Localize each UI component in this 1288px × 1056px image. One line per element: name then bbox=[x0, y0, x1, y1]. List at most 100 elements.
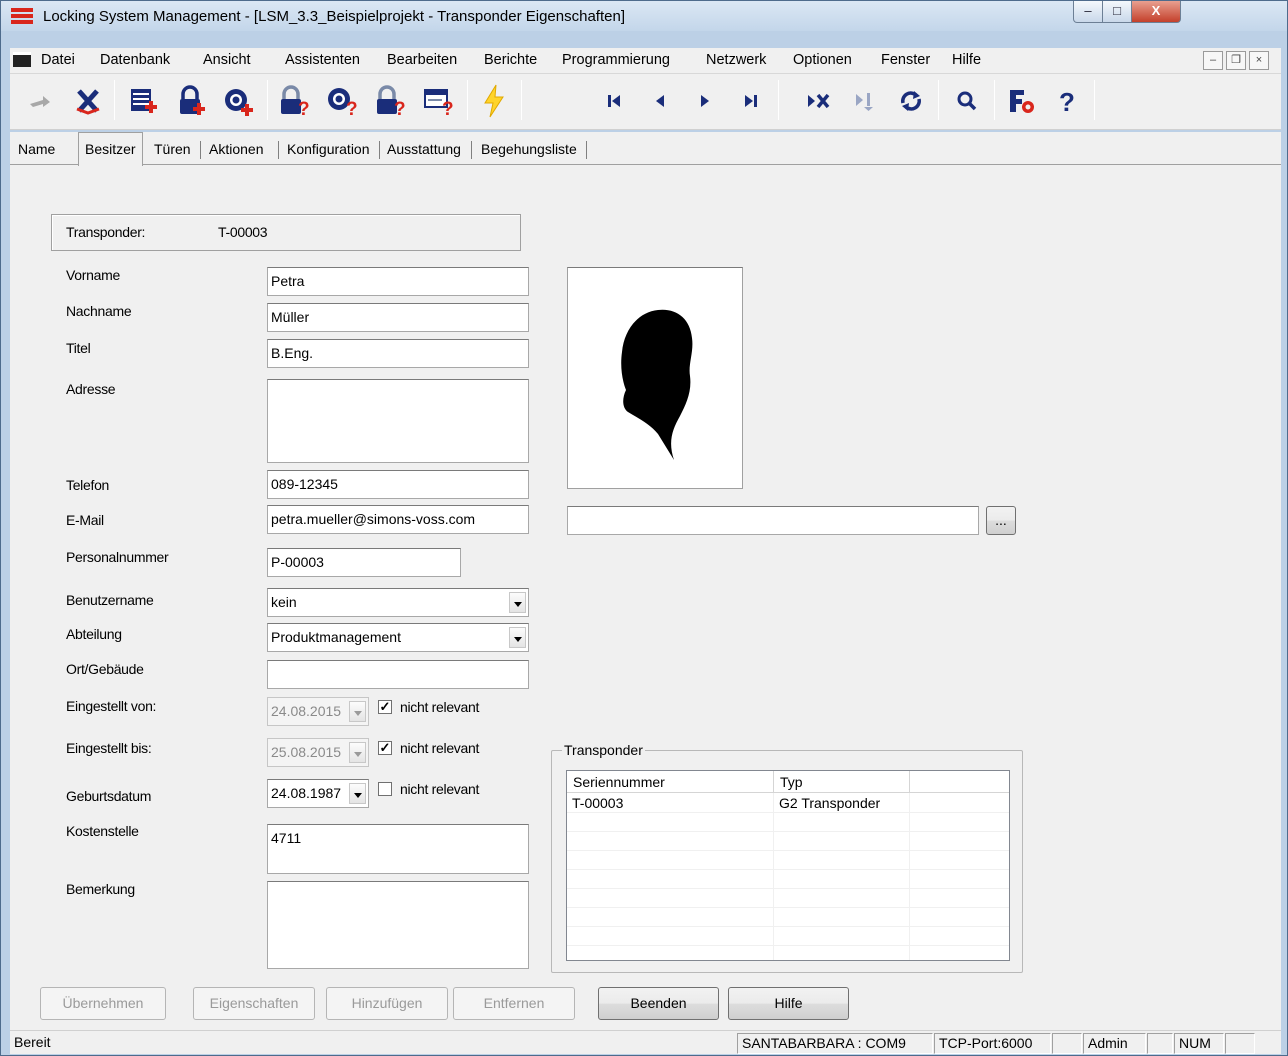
tab-konfiguration[interactable]: Konfiguration bbox=[282, 136, 375, 162]
telefon-field[interactable]: 089-12345 bbox=[267, 470, 529, 499]
titel-field[interactable]: B.Eng. bbox=[267, 339, 529, 368]
column-header-typ[interactable]: Typ bbox=[774, 771, 910, 793]
maximize-button[interactable]: □ bbox=[1102, 1, 1132, 23]
new-person-icon[interactable] bbox=[123, 79, 163, 122]
filter-settings-icon[interactable] bbox=[1001, 79, 1041, 122]
delete-record-icon[interactable] bbox=[799, 79, 839, 122]
menu-optionen[interactable]: Optionen bbox=[793, 52, 852, 68]
transponder-list[interactable]: Seriennummer Typ T-00003 G2 Transponder bbox=[566, 770, 1010, 961]
tab-name[interactable]: Name bbox=[13, 136, 60, 162]
entfernen-button[interactable]: Entfernen bbox=[453, 987, 575, 1020]
menu-bar: Datei Datenbank Ansicht Assistenten Bear… bbox=[10, 48, 1281, 74]
column-header-seriennummer[interactable]: Seriennummer bbox=[567, 771, 774, 793]
chevron-down-icon[interactable] bbox=[509, 592, 526, 613]
mdi-restore-button[interactable]: ❐ bbox=[1226, 51, 1246, 70]
nachname-label: Nachname bbox=[66, 303, 132, 319]
personalnummer-field[interactable]: P-00003 bbox=[267, 548, 461, 577]
hinzufuegen-button[interactable]: Hinzufügen bbox=[326, 987, 448, 1020]
abteilung-value: Produktmanagement bbox=[271, 629, 401, 645]
nachname-field[interactable]: Müller bbox=[267, 303, 529, 332]
bemerkung-label: Bemerkung bbox=[66, 881, 135, 897]
programming-query-icon[interactable]: ? bbox=[419, 79, 459, 122]
chevron-down-icon[interactable] bbox=[509, 627, 526, 648]
new-transponder-icon[interactable] bbox=[219, 79, 259, 122]
tab-ausstattung[interactable]: Ausstattung bbox=[382, 136, 466, 162]
owner-photo[interactable] bbox=[567, 267, 743, 489]
mdi-minimize-button[interactable]: – bbox=[1203, 51, 1223, 70]
email-field[interactable]: petra.mueller@simons-voss.com bbox=[267, 505, 529, 534]
menu-programmierung[interactable]: Programmierung bbox=[562, 52, 670, 68]
ort-gebaeude-field[interactable] bbox=[267, 660, 529, 689]
mdi-close-button[interactable]: × bbox=[1249, 51, 1269, 70]
menu-ansicht[interactable]: Ansicht bbox=[203, 52, 251, 68]
transponder-value: T-00003 bbox=[218, 224, 268, 240]
eingestellt-bis-label: Eingestellt bis: bbox=[66, 740, 152, 756]
menu-datenbank[interactable]: Datenbank bbox=[100, 52, 170, 68]
table-row[interactable]: T-00003 G2 Transponder bbox=[567, 794, 1009, 813]
insert-record-icon[interactable] bbox=[844, 79, 884, 122]
lock-identify-icon[interactable]: ? bbox=[371, 79, 411, 122]
eigenschaften-button[interactable]: Eigenschaften bbox=[193, 987, 315, 1020]
transponder-query-icon[interactable]: ? bbox=[323, 79, 363, 122]
menu-netzwerk[interactable]: Netzwerk bbox=[706, 52, 766, 68]
transponder-label: Transponder: bbox=[66, 224, 146, 240]
transponder-group: Transponder Seriennummer Typ T-00003 G2 … bbox=[551, 742, 1023, 973]
first-record-icon[interactable] bbox=[594, 79, 634, 122]
menu-bearbeiten[interactable]: Bearbeiten bbox=[387, 52, 457, 68]
abteilung-select[interactable]: Produktmanagement bbox=[267, 623, 529, 652]
bemerkung-field[interactable] bbox=[267, 881, 529, 969]
eingestellt-von-checkbox[interactable]: ✓ bbox=[378, 700, 392, 714]
geburtsdatum-checkbox[interactable] bbox=[378, 782, 392, 796]
previous-record-icon[interactable] bbox=[640, 79, 680, 122]
photo-path-field[interactable] bbox=[567, 506, 979, 535]
tab-besitzer[interactable]: Besitzer bbox=[78, 132, 143, 166]
beenden-button[interactable]: Beenden bbox=[598, 987, 719, 1020]
tab-strip: Name Besitzer Türen Aktionen Konfigurati… bbox=[10, 132, 1281, 166]
application-window: Locking System Management - [LSM_3.3_Bei… bbox=[0, 0, 1288, 1056]
menu-datei[interactable]: Datei bbox=[41, 52, 75, 68]
type-cell: G2 Transponder bbox=[779, 795, 881, 811]
telefon-label: Telefon bbox=[66, 477, 110, 493]
close-button[interactable]: X bbox=[1131, 1, 1181, 23]
vorname-label: Vorname bbox=[66, 267, 120, 283]
eingestellt-von-value: 24.08.2015 bbox=[271, 703, 342, 719]
tab-aktionen[interactable]: Aktionen bbox=[204, 136, 268, 162]
kostenstelle-field[interactable]: 4711 bbox=[267, 824, 529, 874]
uebernehmen-button[interactable]: Übernehmen bbox=[40, 987, 166, 1020]
program-icon[interactable] bbox=[474, 79, 514, 122]
benutzername-select[interactable]: kein bbox=[267, 588, 529, 617]
next-record-icon[interactable] bbox=[685, 79, 725, 122]
column-header-empty[interactable] bbox=[910, 771, 1009, 793]
eingestellt-bis-datepicker[interactable]: 25.08.2015 bbox=[267, 738, 369, 767]
new-lock-icon[interactable] bbox=[171, 79, 211, 122]
title-bar[interactable]: Locking System Management - [LSM_3.3_Bei… bbox=[1, 1, 1287, 31]
search-icon[interactable] bbox=[947, 79, 987, 122]
transfer-icon[interactable] bbox=[20, 79, 60, 122]
refresh-icon[interactable] bbox=[891, 79, 931, 122]
personalnummer-label: Personalnummer bbox=[66, 549, 169, 565]
chevron-down-icon[interactable] bbox=[349, 701, 366, 722]
eingestellt-bis-checkbox[interactable]: ✓ bbox=[378, 741, 392, 755]
port-status: TCP-Port:6000 bbox=[934, 1033, 1051, 1054]
menu-assistenten[interactable]: Assistenten bbox=[285, 52, 360, 68]
menu-fenster[interactable]: Fenster bbox=[881, 52, 930, 68]
menu-berichte[interactable]: Berichte bbox=[484, 52, 537, 68]
tab-tueren[interactable]: Türen bbox=[149, 136, 196, 162]
cancel-icon[interactable] bbox=[68, 79, 108, 122]
chevron-down-icon[interactable] bbox=[349, 783, 366, 804]
browse-photo-button[interactable]: ... bbox=[986, 506, 1016, 535]
vorname-field[interactable]: Petra bbox=[267, 267, 529, 296]
minimize-button[interactable]: – bbox=[1073, 1, 1103, 23]
eingestellt-von-datepicker[interactable]: 24.08.2015 bbox=[267, 697, 369, 726]
menu-hilfe[interactable]: Hilfe bbox=[952, 52, 981, 68]
last-record-icon[interactable] bbox=[731, 79, 771, 122]
help-icon[interactable]: ? bbox=[1047, 79, 1087, 122]
hilfe-button[interactable]: Hilfe bbox=[728, 987, 849, 1020]
document-window-icon[interactable] bbox=[13, 52, 31, 67]
chevron-down-icon[interactable] bbox=[349, 742, 366, 763]
tab-begehungsliste[interactable]: Begehungsliste bbox=[476, 136, 582, 162]
adresse-field[interactable] bbox=[267, 379, 529, 463]
eingestellt-bis-checkbox-label: nicht relevant bbox=[400, 740, 480, 756]
lock-query-icon[interactable]: ? bbox=[275, 79, 315, 122]
geburtsdatum-datepicker[interactable]: 24.08.1987 bbox=[267, 779, 369, 808]
